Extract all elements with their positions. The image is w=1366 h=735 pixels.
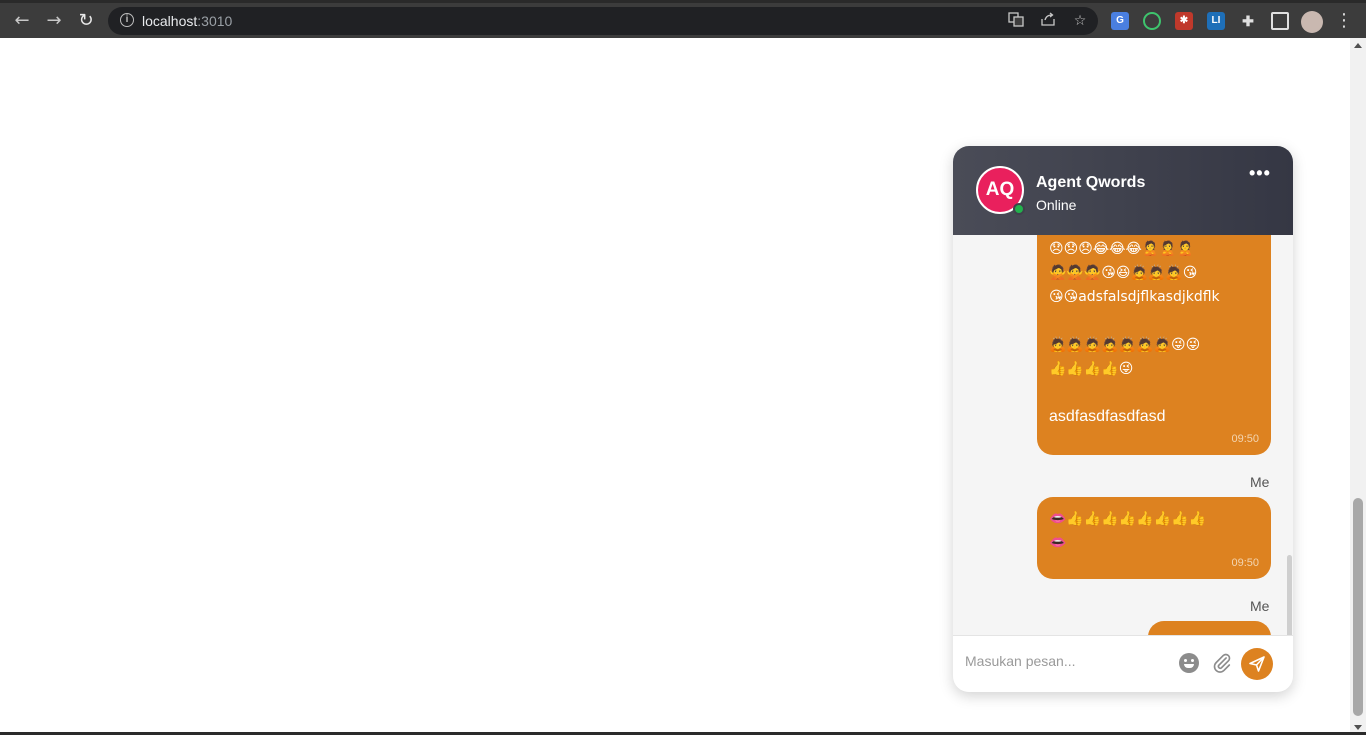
message-bubble	[1148, 621, 1271, 635]
message-sender: Me	[1250, 598, 1270, 614]
online-status-dot	[1013, 203, 1025, 215]
share-icon[interactable]	[1038, 11, 1058, 31]
agent-status: Online	[1036, 197, 1077, 213]
more-vertical-icon[interactable]: ⋮	[1332, 9, 1356, 33]
message-line: 😘😘adsfalsdjflkasdjkdflk	[1049, 289, 1220, 305]
message-list-scrollbar[interactable]	[1287, 555, 1292, 635]
forward-arrow-icon[interactable]: →	[42, 9, 66, 33]
li-extension-icon[interactable]: LI	[1207, 12, 1225, 30]
send-button[interactable]	[1241, 648, 1273, 680]
message-line: 👄	[1049, 535, 1067, 551]
side-panel-icon[interactable]	[1271, 12, 1289, 30]
more-options-icon[interactable]: •••	[1249, 164, 1271, 182]
address-bar[interactable]: i localhost:3010 ☆	[108, 7, 1098, 35]
site-info-icon[interactable]: i	[120, 13, 134, 27]
back-arrow-icon[interactable]: ←	[10, 9, 34, 33]
message-line	[1049, 309, 1220, 333]
agent-name: Agent Qwords	[1036, 174, 1146, 191]
scroll-down-icon[interactable]	[1354, 725, 1362, 730]
message-bubble: 👄👍👍👍👍👍👍👍👍 👄 09:50	[1037, 497, 1271, 579]
send-paper-plane-icon	[1249, 656, 1265, 672]
message-input[interactable]	[965, 648, 1175, 674]
bookmark-star-icon[interactable]: ☆	[1070, 11, 1090, 31]
message-line: 😞😞😞😂😂😂🙎🙎🙎	[1049, 241, 1195, 257]
emoji-smile-icon[interactable]	[1179, 653, 1199, 673]
green-ring-extension-icon[interactable]	[1143, 12, 1161, 30]
translate-icon[interactable]	[1006, 11, 1026, 31]
message-time: 09:50	[1231, 433, 1259, 445]
address-url: localhost:3010	[142, 13, 233, 29]
chat-header: AQ Agent Qwords Online •••	[953, 146, 1293, 235]
browser-toolbar: ← → ↻ i localhost:3010 ☆ G ✱ LI ✚ ⋮	[0, 0, 1366, 38]
message-line: 👄👍👍👍👍👍👍👍👍	[1049, 511, 1206, 527]
page-scrollbar[interactable]	[1350, 38, 1366, 735]
message-composer	[953, 635, 1293, 692]
chat-widget: AQ Agent Qwords Online ••• 😞😞😞😂😂😂🙎🙎🙎 🙅🙅🙅…	[953, 146, 1293, 692]
message-line: 🙇🙇🙇🙇🙇🙇🙇😜😜	[1049, 337, 1201, 353]
message-line: 👍👍👍👍😜	[1049, 361, 1134, 377]
page-scrollbar-thumb[interactable]	[1353, 498, 1363, 716]
message-time: 09:50	[1231, 557, 1259, 569]
message-text: asdfasdfasdfasd	[1049, 408, 1166, 425]
message-list[interactable]: 😞😞😞😂😂😂🙎🙎🙎 🙅🙅🙅😘😆🙇🙇🙇😘 😘😘adsfalsdjflkasdjkd…	[953, 235, 1293, 635]
scroll-up-icon[interactable]	[1354, 43, 1362, 48]
google-translate-extension-icon[interactable]: G	[1111, 12, 1129, 30]
message-sender: Me	[1250, 474, 1270, 490]
paperclip-attach-icon[interactable]	[1211, 652, 1233, 674]
message-line: 🙅🙅🙅😘😆🙇🙇🙇😘	[1049, 265, 1198, 281]
red-extension-icon[interactable]: ✱	[1175, 12, 1193, 30]
profile-avatar[interactable]	[1301, 11, 1323, 33]
message-bubble: 😞😞😞😂😂😂🙎🙎🙎 🙅🙅🙅😘😆🙇🙇🙇😘 😘😘adsfalsdjflkasdjkd…	[1037, 235, 1271, 455]
reload-icon[interactable]: ↻	[74, 9, 98, 33]
extensions-puzzle-icon[interactable]: ✚	[1239, 12, 1257, 30]
